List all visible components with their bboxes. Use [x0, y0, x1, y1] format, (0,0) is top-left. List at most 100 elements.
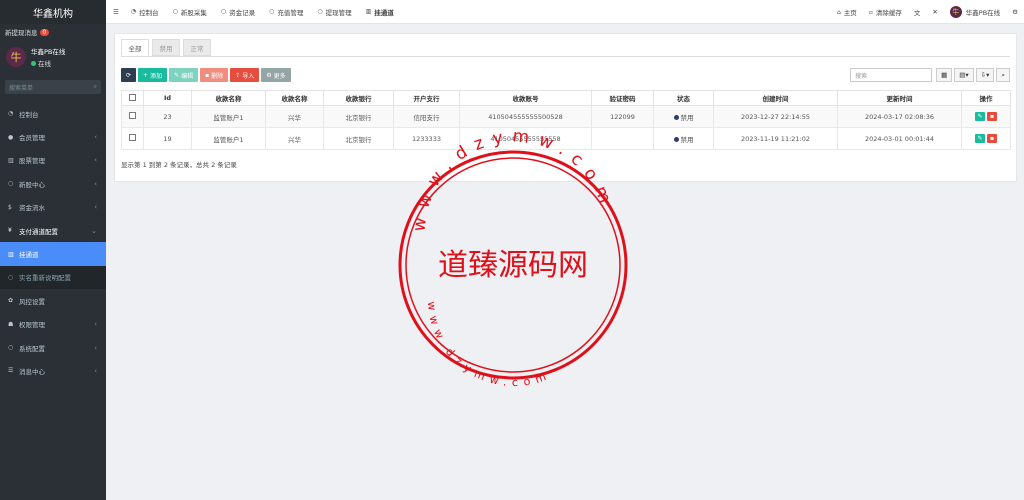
cell-actions: ✎ ▪ — [961, 127, 1011, 150]
user-status: 在线 — [31, 58, 65, 68]
chevron-left-icon: ‹ — [94, 156, 97, 165]
chevron-down-icon: ⌄ — [91, 226, 97, 235]
cell-id: 23 — [143, 105, 192, 128]
tab-all[interactable]: 全部 — [121, 39, 149, 56]
columns-button[interactable]: ▤▾ — [954, 68, 974, 82]
cell-status[interactable]: 禁用 — [653, 127, 714, 150]
notice-badge: 0 — [39, 28, 50, 36]
users-icon: ☗ — [8, 320, 14, 328]
col-updated[interactable]: 更新时间 — [837, 90, 962, 106]
translate-icon[interactable]: 文 — [914, 7, 921, 17]
sidebar-item-channel[interactable]: ▥ 挂通道 — [0, 242, 106, 266]
avatar: 牛 — [949, 6, 962, 18]
settings-icon[interactable]: ⚙ — [1012, 8, 1018, 16]
pencil-icon: ✎ — [174, 71, 180, 79]
cell-bank: 北京银行 — [323, 127, 394, 150]
clear-cache-button[interactable]: ▫ 清除缓存 — [869, 7, 902, 18]
yen-icon: ¥ — [8, 227, 12, 235]
cell-branch: 信阳支行 — [393, 105, 460, 128]
cell-name2: 兴华 — [265, 127, 324, 150]
cell-branch: 1233333 — [393, 127, 460, 150]
select-all-checkbox[interactable] — [121, 90, 144, 106]
col-id[interactable]: Id — [143, 90, 192, 106]
cell-password: 122099 — [591, 105, 654, 128]
cell-id: 19 — [143, 127, 192, 150]
col-password[interactable]: 验证密码 — [591, 90, 654, 106]
sidebar-item-ipo[interactable]: ○ 新股中心 ‹ — [0, 172, 106, 195]
col-account[interactable]: 收款账号 — [459, 90, 592, 106]
cell-account: 41050455555555558 — [459, 127, 592, 150]
delete-row-button[interactable]: ▪ — [987, 134, 997, 143]
tab-channel[interactable]: ▥ 挂通道 — [366, 7, 394, 17]
cell-bank: 北京银行 — [323, 105, 394, 128]
add-button[interactable]: + 添加 — [138, 68, 168, 82]
sidebar-item-members[interactable]: ● 会员管理 ‹ — [0, 125, 106, 148]
col-name2[interactable]: 收款名称 — [265, 90, 324, 106]
col-status[interactable]: 状态 — [653, 90, 714, 106]
sidebar-item-stocks[interactable]: ▥ 股票管理 ‹ — [0, 149, 106, 172]
col-bank[interactable]: 收款银行 — [323, 90, 394, 106]
top-nav: ☰ ◔ 控制台 ○ 新股采集 ○ 资金记录 ○ 充值管理 ○ 提现管理 ▥ 挂通道 ⌂ 主页 … — [106, 0, 1024, 24]
edit-row-button[interactable]: ✎ — [975, 112, 985, 121]
col-branch[interactable]: 开户支行 — [393, 90, 460, 106]
sidebar-item-payment-config[interactable]: ¥ 支付通道配置 ⌄ — [0, 219, 106, 242]
chevron-left-icon: ‹ — [94, 179, 97, 188]
table-search-input[interactable]: 搜索 — [850, 68, 933, 82]
tab-ipo-collect[interactable]: ○ 新股采集 — [173, 7, 207, 17]
advanced-search-button[interactable]: ⌕ — [996, 68, 1010, 82]
cell-name: 监管账户1 — [191, 127, 266, 150]
cell-name2: 兴华 — [265, 105, 324, 128]
sidebar-item-funds[interactable]: $ 资金流水 ‹ — [0, 196, 106, 219]
edit-button[interactable]: ✎ 编辑 — [169, 68, 199, 82]
sidebar-item-permissions[interactable]: ☗ 权限管理 ‹ — [0, 313, 106, 336]
notice-label: 新提现消息 — [5, 29, 38, 37]
menu-toggle-icon[interactable]: ☰ — [113, 8, 119, 16]
refresh-button[interactable]: ⟳ — [121, 68, 137, 82]
delete-button[interactable]: ▪ 删除 — [200, 68, 229, 82]
download-icon: ⇩▾ — [980, 71, 990, 79]
row-checkbox[interactable] — [121, 127, 144, 150]
dashboard-icon: ◔ — [8, 110, 14, 118]
circle-icon: ○ — [8, 273, 14, 281]
export-button[interactable]: ⇩▾ — [975, 68, 995, 82]
online-dot-icon — [31, 61, 36, 66]
row-checkbox[interactable] — [121, 105, 144, 128]
edit-row-button[interactable]: ✎ — [975, 134, 985, 143]
fullscreen-icon[interactable]: ✕ — [932, 8, 937, 16]
pagination-info: 显示第 1 到第 2 条记录，总共 2 条记录 — [121, 161, 237, 169]
delete-row-button[interactable]: ▪ — [987, 112, 997, 121]
tab-withdraw[interactable]: ○ 提现管理 — [317, 7, 351, 17]
toggle-view-button[interactable]: ▦ — [936, 68, 953, 82]
import-button[interactable]: ⇪ 导入 — [230, 68, 260, 82]
tab-dashboard[interactable]: ◔ 控制台 — [131, 7, 159, 17]
user-menu[interactable]: 牛华鑫PB在线 — [949, 6, 1000, 18]
brand-title: 华鑫机构 — [0, 0, 106, 24]
col-created[interactable]: 创建时间 — [713, 90, 838, 106]
col-name[interactable]: 收款名称 — [191, 90, 266, 106]
bank-icon: ▥ — [365, 8, 372, 15]
sidebar-item-system[interactable]: ○ 系统配置 ‹ — [0, 336, 106, 359]
sidebar-item-dashboard[interactable]: ◔ 控制台 — [0, 102, 106, 125]
menu-search-input[interactable]: 搜索菜单 ⌕ — [5, 80, 101, 94]
tab-fund-records[interactable]: ○ 资金记录 — [221, 7, 255, 17]
status-dot-icon — [673, 115, 679, 120]
cell-status[interactable]: 禁用 — [653, 105, 714, 128]
withdraw-notice[interactable]: 新提现消息 0 — [0, 24, 106, 40]
data-table: Id 收款名称 收款名称 收款银行 开户支行 收款账号 验证密码 状态 创建时间… — [121, 90, 1011, 150]
tab-normal[interactable]: 正常 — [183, 39, 211, 56]
table-row[interactable]: 23 监管账户1 兴华 北京银行 信阳支行 410504555555500528… — [121, 105, 1011, 128]
user-panel: 牛 华鑫PB在线 在线 — [0, 40, 106, 74]
sidebar: 华鑫机构 新提现消息 0 牛 华鑫PB在线 在线 搜索菜单 ⌕ ◔ 控制台 ● 会员… — [0, 0, 106, 500]
table-row[interactable]: 19 监管账户1 兴华 北京银行 1233333 410504555555555… — [121, 127, 1011, 150]
sidebar-item-messages[interactable]: ☰ 消息中心 ‹ — [0, 359, 106, 382]
toolbar: ⟳ + 添加 ✎ 编辑 ▪ 删除 ⇪ 导入 ⚙ 更多 — [121, 68, 293, 82]
top-nav-right: ⌂ 主页 ▫ 清除缓存 文 ✕ 牛华鑫PB在线 ⚙ — [837, 0, 1024, 24]
sidebar-item-realname-config[interactable]: ○ 实名重新说明配置 — [0, 265, 106, 290]
list-icon: ☰ — [8, 367, 14, 375]
home-link[interactable]: ⌂ 主页 — [837, 7, 857, 18]
tab-recharge[interactable]: ○ 充值管理 — [269, 7, 303, 17]
tab-disabled[interactable]: 禁用 — [152, 39, 180, 56]
cell-created: 2023-12-27 22:14:55 — [713, 105, 838, 128]
sidebar-item-risk[interactable]: ✿ 风控设置 — [0, 289, 106, 312]
more-button[interactable]: ⚙ 更多 — [261, 68, 291, 82]
